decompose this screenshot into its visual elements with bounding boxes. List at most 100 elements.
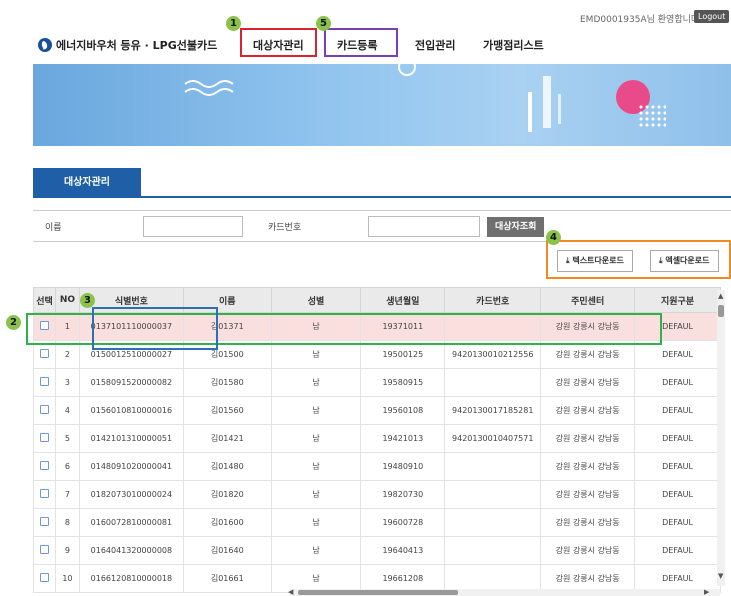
scroll-right-icon[interactable]: ▶ bbox=[704, 588, 709, 596]
nav-move-in-management[interactable]: 전입관리 bbox=[415, 37, 455, 53]
col-header-no[interactable]: NO bbox=[54, 287, 80, 313]
step-marker-4: 4 bbox=[546, 230, 561, 245]
bar-decoration bbox=[543, 76, 551, 128]
step-marker-2: 2 bbox=[6, 315, 21, 330]
scroll-left-icon[interactable]: ◀ bbox=[288, 588, 293, 596]
cell-type: DEFAUL bbox=[634, 508, 721, 537]
cell-name: 김01640 bbox=[182, 536, 272, 565]
col-header-birth[interactable]: 생년월일 bbox=[360, 287, 446, 313]
row-checkbox[interactable] bbox=[39, 461, 49, 470]
highlight-box-nav-target bbox=[240, 28, 317, 57]
table-row[interactable]: 3 0158091520000082 김01580 남 19580915 강원 … bbox=[33, 368, 721, 397]
search-panel: 이름 카드번호 대상자조회 bbox=[33, 210, 731, 242]
cell-birth: 19421013 bbox=[360, 424, 446, 453]
cell-type: DEFAUL bbox=[634, 396, 721, 425]
app-logo[interactable]: 에너지바우처 등유 · LPG선불카드 bbox=[38, 37, 217, 53]
cell-gender: 남 bbox=[270, 536, 362, 565]
col-header-center[interactable]: 주민센터 bbox=[540, 287, 636, 313]
highlight-box-id-cell bbox=[92, 307, 218, 350]
cell-no: 10 bbox=[54, 564, 80, 593]
cell-center: 강원 강릉시 강남동 bbox=[540, 424, 636, 453]
cell-card: 9420130010407571 bbox=[444, 424, 542, 453]
cell-gender: 남 bbox=[270, 424, 362, 453]
card-number-input[interactable] bbox=[368, 216, 480, 237]
cell-name: 김01421 bbox=[182, 424, 272, 453]
table-row[interactable]: 6 0148091020000041 김01480 남 19480910 강원 … bbox=[33, 452, 721, 481]
cell-id: 0148091020000041 bbox=[78, 452, 184, 481]
nav-merchant-list[interactable]: 가맹점리스트 bbox=[483, 37, 544, 53]
text-download-button[interactable]: ⤓ 텍스트다운로드 bbox=[557, 250, 633, 272]
table-row[interactable]: 4 0156010810000016 김01560 남 19560108 942… bbox=[33, 396, 721, 425]
cell-card bbox=[444, 536, 542, 565]
search-button[interactable]: 대상자조회 bbox=[487, 217, 545, 237]
select-cell bbox=[33, 508, 56, 537]
cell-type: DEFAUL bbox=[634, 424, 721, 453]
cell-name: 김01480 bbox=[182, 452, 272, 481]
row-checkbox[interactable] bbox=[39, 377, 49, 386]
select-cell bbox=[33, 424, 56, 453]
table-row[interactable]: 8 0160072810000081 김01600 남 19600728 강원 … bbox=[33, 508, 721, 537]
select-cell bbox=[33, 396, 56, 425]
table-row[interactable]: 7 0182073010000024 김01820 남 19820730 강원 … bbox=[33, 480, 721, 509]
cell-name: 김01600 bbox=[182, 508, 272, 537]
cell-id: 0156010810000016 bbox=[78, 396, 184, 425]
excel-download-label: 엑셀다운로드 bbox=[665, 256, 710, 265]
cell-name: 김01580 bbox=[182, 368, 272, 397]
cell-name: 김01560 bbox=[182, 396, 272, 425]
cell-type: DEFAUL bbox=[634, 452, 721, 481]
col-header-type[interactable]: 지원구분 bbox=[634, 287, 721, 313]
select-cell bbox=[33, 480, 56, 509]
cell-id: 0158091520000082 bbox=[78, 368, 184, 397]
cell-birth: 19640413 bbox=[360, 536, 446, 565]
col-header-gender[interactable]: 성별 bbox=[270, 287, 362, 313]
cell-no: 9 bbox=[54, 536, 80, 565]
row-checkbox[interactable] bbox=[39, 573, 49, 582]
cell-center: 강원 강릉시 강남동 bbox=[540, 480, 636, 509]
row-checkbox[interactable] bbox=[39, 405, 49, 414]
excel-download-button[interactable]: ⤓ 엑셀다운로드 bbox=[650, 250, 719, 272]
col-header-card[interactable]: 카드번호 bbox=[444, 287, 542, 313]
row-checkbox[interactable] bbox=[39, 517, 49, 526]
cell-card bbox=[444, 368, 542, 397]
horizontal-scroll-thumb[interactable] bbox=[298, 590, 458, 595]
step-marker-1: 1 bbox=[226, 16, 241, 31]
cell-center: 강원 강릉시 강남동 bbox=[540, 452, 636, 481]
cell-id: 0182073010000024 bbox=[78, 480, 184, 509]
select-cell bbox=[33, 368, 56, 397]
hero-banner bbox=[33, 64, 731, 146]
vertical-scrollbar[interactable] bbox=[717, 290, 725, 586]
scroll-down-icon[interactable]: ▼ bbox=[718, 572, 723, 580]
vertical-scroll-thumb[interactable] bbox=[718, 305, 724, 317]
row-checkbox[interactable] bbox=[39, 545, 49, 554]
cell-gender: 남 bbox=[270, 480, 362, 509]
row-checkbox[interactable] bbox=[39, 489, 49, 498]
select-cell bbox=[33, 564, 56, 593]
cell-card bbox=[444, 480, 542, 509]
select-cell bbox=[33, 536, 56, 565]
tab-target-management[interactable]: 대상자관리 bbox=[33, 168, 141, 198]
cell-gender: 남 bbox=[270, 396, 362, 425]
cell-birth: 19560108 bbox=[360, 396, 446, 425]
cell-name: 김01661 bbox=[182, 564, 272, 593]
cell-gender: 남 bbox=[270, 508, 362, 537]
scroll-up-icon[interactable]: ▲ bbox=[718, 292, 723, 300]
table-row[interactable]: 9 0164041320000008 김01640 남 19640413 강원 … bbox=[33, 536, 721, 565]
bar-decoration bbox=[528, 92, 532, 132]
bar-decoration bbox=[558, 94, 561, 124]
cell-id: 0166120810000018 bbox=[78, 564, 184, 593]
name-label: 이름 bbox=[45, 223, 62, 233]
col-header-select[interactable]: 선택 bbox=[33, 287, 56, 313]
cell-gender: 남 bbox=[270, 368, 362, 397]
cell-card bbox=[444, 452, 542, 481]
row-checkbox[interactable] bbox=[39, 433, 49, 442]
logout-button[interactable]: Logout bbox=[694, 10, 730, 23]
row-checkbox[interactable] bbox=[39, 349, 49, 358]
tab-bar: 대상자관리 bbox=[33, 168, 731, 198]
welcome-text: EMD0001935A님 환영합니다 bbox=[580, 15, 700, 25]
cell-no: 7 bbox=[54, 480, 80, 509]
text-download-label: 텍스트다운로드 bbox=[572, 256, 624, 265]
table-row[interactable]: 5 0142101310000051 김01421 남 19421013 942… bbox=[33, 424, 721, 453]
wave-decoration-icon bbox=[184, 80, 234, 96]
flame-logo-icon bbox=[38, 38, 52, 52]
name-input[interactable] bbox=[143, 216, 243, 237]
